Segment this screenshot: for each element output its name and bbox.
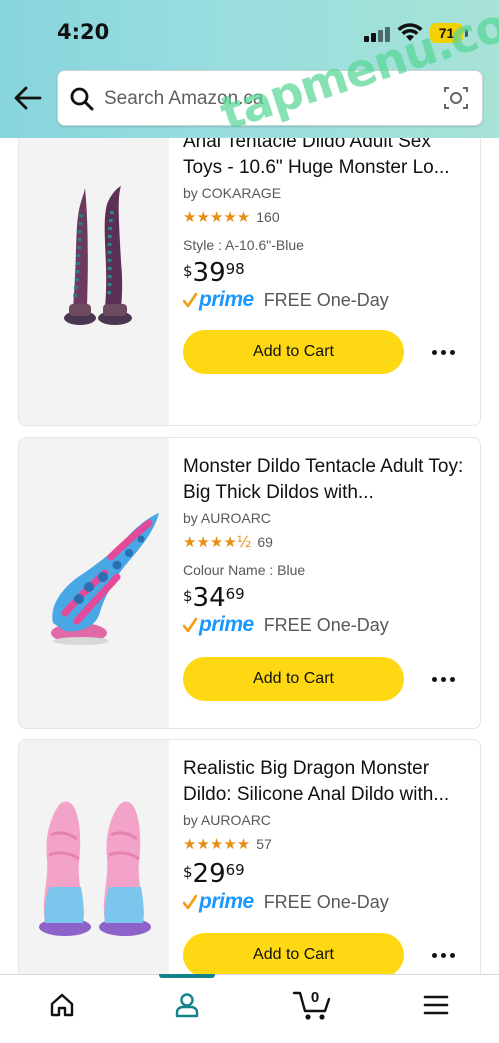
cellular-signal-icon <box>364 26 392 42</box>
prime-check-icon <box>183 617 197 633</box>
prime-badge: prime <box>199 890 254 913</box>
back-arrow-icon[interactable] <box>12 84 44 112</box>
delivery-info: FREE One-Day <box>263 891 389 912</box>
price-currency: $ <box>183 262 193 280</box>
product-card[interactable]: Realistic Big Dragon Monster Dildo: Sili… <box>18 739 481 974</box>
price-fraction: 69 <box>225 585 245 603</box>
prime-check-icon <box>183 894 197 910</box>
nav-account[interactable] <box>157 975 217 1035</box>
prime-check-icon <box>183 292 197 308</box>
price-currency: $ <box>183 863 193 881</box>
nav-cart[interactable]: 0 <box>282 975 342 1035</box>
product-image-graphic <box>64 186 132 325</box>
nav-home[interactable] <box>32 975 92 1035</box>
prime-badge: prime <box>199 613 254 636</box>
product-details: Anal Tentacle Dildo Adult Sex Toys - 10.… <box>183 138 478 425</box>
home-icon <box>50 993 74 1017</box>
more-options-icon[interactable] <box>430 945 460 965</box>
product-price: $ 29 69 <box>183 860 245 888</box>
product-card[interactable]: Monster Dildo Tentacle Adult Toy: Big Th… <box>18 437 481 729</box>
product-image-graphic <box>39 801 151 936</box>
rating-count: 69 <box>257 534 273 550</box>
product-image[interactable] <box>19 138 169 425</box>
product-brand: by AUROARC <box>183 510 271 526</box>
search-results-list[interactable]: Anal Tentacle Dildo Adult Sex Toys - 10.… <box>0 138 499 974</box>
product-image[interactable] <box>19 438 169 728</box>
prime-delivery: prime FREE One-Day <box>183 890 389 914</box>
product-brand: by COKARAGE <box>183 185 282 201</box>
product-rating[interactable]: ★★★★★ 57 <box>183 835 272 853</box>
product-image-graphic <box>51 513 160 645</box>
battery-tip <box>465 29 468 37</box>
product-details: Realistic Big Dragon Monster Dildo: Sili… <box>183 740 478 974</box>
product-price: $ 39 98 <box>183 259 245 287</box>
more-options-icon[interactable] <box>430 342 460 362</box>
product-brand: by AUROARC <box>183 812 271 828</box>
prime-delivery: prime FREE One-Day <box>183 613 389 637</box>
price-whole: 29 <box>192 859 226 889</box>
product-details: Monster Dildo Tentacle Adult Toy: Big Th… <box>183 438 478 728</box>
star-rating-icon: ★★★★½ <box>183 533 252 551</box>
search-input[interactable] <box>104 81 424 117</box>
product-card[interactable]: Anal Tentacle Dildo Adult Sex Toys - 10.… <box>18 138 481 426</box>
add-to-cart-button[interactable]: Add to Cart <box>183 933 404 974</box>
product-title[interactable]: Realistic Big Dragon Monster Dildo: Sili… <box>183 756 468 808</box>
status-time: 4:20 <box>57 20 110 44</box>
product-rating[interactable]: ★★★★★ 160 <box>183 208 280 226</box>
product-rating[interactable]: ★★★★½ 69 <box>183 533 273 551</box>
add-to-cart-button[interactable]: Add to Cart <box>183 330 404 374</box>
header: 4:20 71 <box>0 0 499 138</box>
cart-count-badge: 0 <box>310 989 320 1006</box>
rating-count: 57 <box>256 836 272 852</box>
price-currency: $ <box>183 587 193 605</box>
menu-icon <box>423 995 449 1015</box>
wifi-icon <box>397 23 423 41</box>
product-variant: Colour Name : Blue <box>183 562 306 578</box>
add-to-cart-button[interactable]: Add to Cart <box>183 657 404 701</box>
search-icon <box>70 87 94 111</box>
prime-badge: prime <box>199 288 254 311</box>
more-options-icon[interactable] <box>430 669 460 689</box>
bottom-navigation: 0 <box>0 974 499 1043</box>
star-rating-icon: ★★★★★ <box>183 208 251 226</box>
search-bar[interactable] <box>57 70 483 126</box>
price-whole: 34 <box>192 583 226 613</box>
delivery-info: FREE One-Day <box>263 614 389 635</box>
product-title[interactable]: Anal Tentacle Dildo Adult Sex Toys - 10.… <box>183 138 468 181</box>
product-image[interactable] <box>19 740 169 974</box>
product-title[interactable]: Monster Dildo Tentacle Adult Toy: Big Th… <box>183 454 468 506</box>
account-icon <box>175 993 199 1018</box>
battery-indicator: 71 <box>430 23 463 43</box>
rating-count: 160 <box>256 209 280 225</box>
star-rating-icon: ★★★★★ <box>183 835 251 853</box>
price-fraction: 98 <box>225 260 245 278</box>
product-price: $ 34 69 <box>183 584 245 612</box>
prime-delivery: prime FREE One-Day <box>183 288 389 312</box>
price-whole: 39 <box>192 258 226 288</box>
camera-icon[interactable] <box>443 86 469 110</box>
nav-menu[interactable] <box>406 975 466 1035</box>
price-fraction: 69 <box>225 861 245 879</box>
product-variant: Style : A-10.6"-Blue <box>183 237 304 253</box>
delivery-info: FREE One-Day <box>263 289 389 310</box>
